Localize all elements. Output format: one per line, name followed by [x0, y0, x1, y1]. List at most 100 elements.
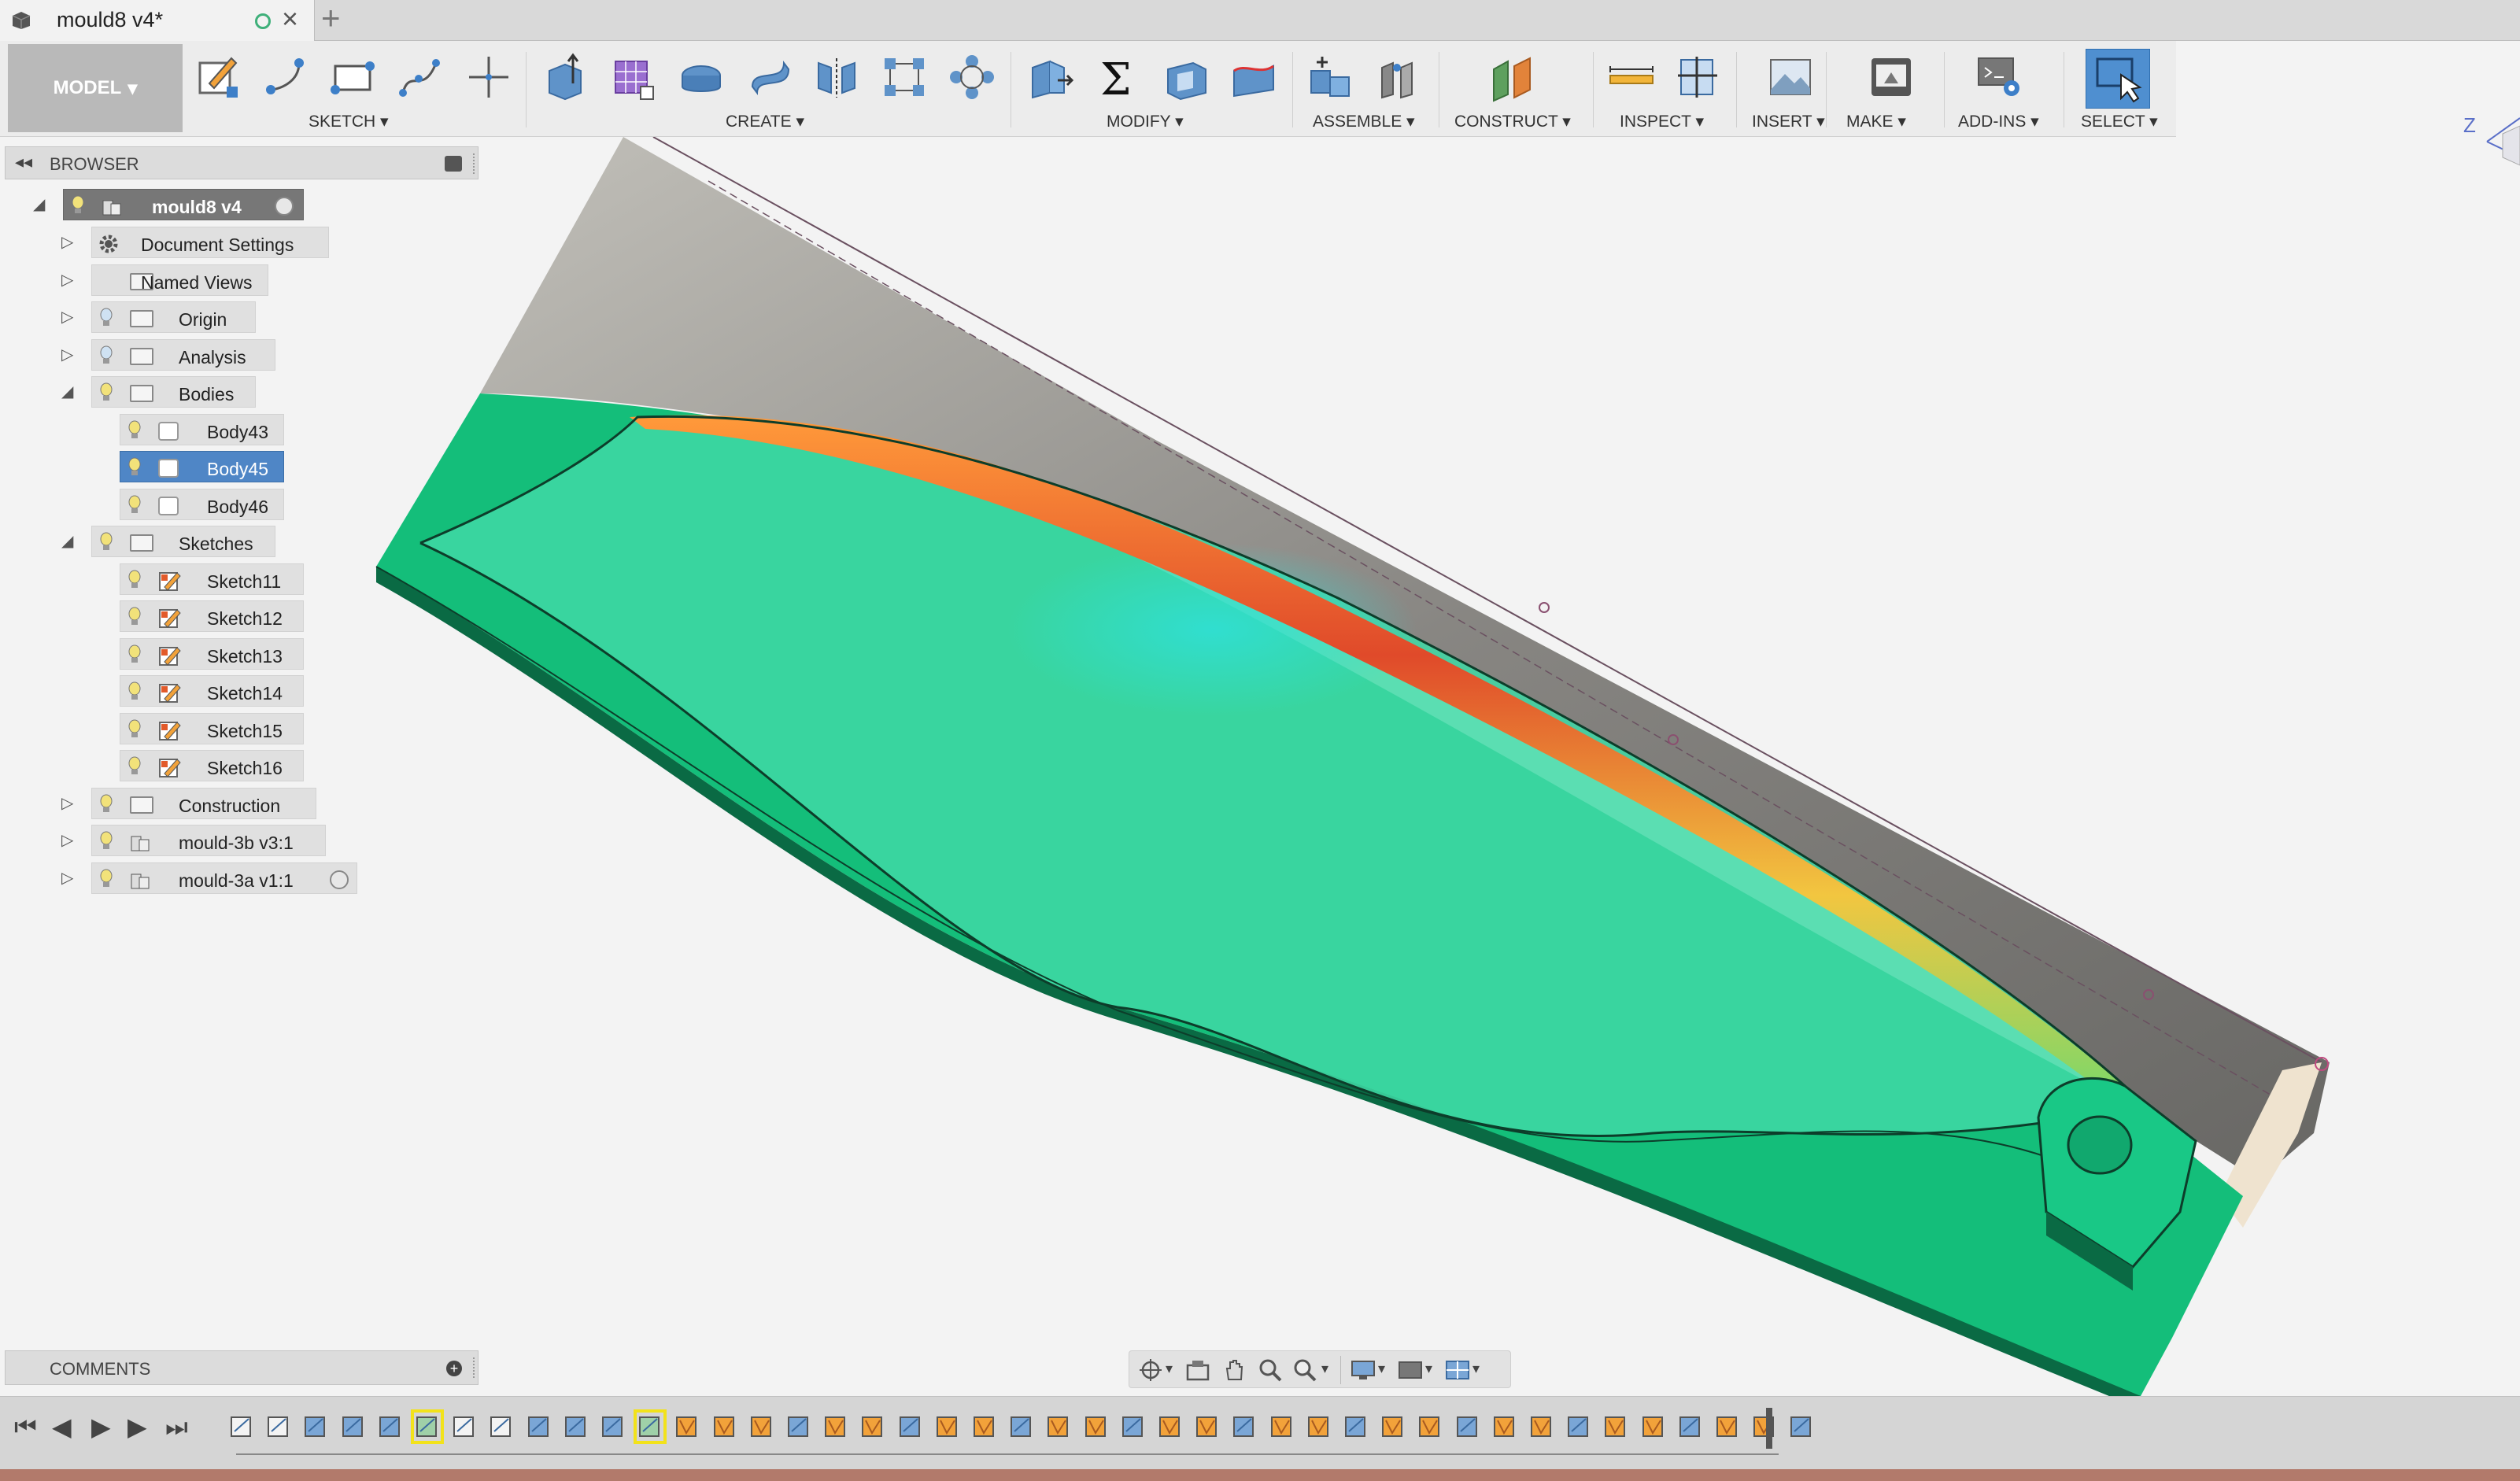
modify-menu-label[interactable]: MODIFY ▾: [1107, 112, 1184, 131]
timeline-feature-icon[interactable]: [488, 1413, 515, 1441]
browser-node-box[interactable]: Sketch13: [120, 638, 304, 670]
timeline-feature-icon[interactable]: [1008, 1413, 1035, 1441]
timeline-feature-icon[interactable]: [1380, 1413, 1406, 1441]
browser-node-box[interactable]: mould-3b v3:1: [91, 825, 326, 856]
display-settings-icon[interactable]: [1350, 1357, 1376, 1383]
timeline-play-button[interactable]: ▶: [91, 1414, 111, 1439]
point-icon[interactable]: [464, 52, 513, 102]
timeline-feature-icon[interactable]: [1788, 1413, 1815, 1441]
browser-node-named-views[interactable]: ▷ Named Views: [0, 264, 472, 296]
offset-plane-icon[interactable]: [1489, 52, 1538, 102]
browser-node-box[interactable]: Sketch15: [120, 713, 304, 744]
timeline-feature-icon[interactable]: [1194, 1413, 1221, 1441]
browser-node-box[interactable]: Bodies: [91, 376, 256, 408]
visibility-bulb-icon[interactable]: [100, 831, 113, 851]
expand-arrow-icon[interactable]: ▷: [61, 833, 73, 848]
activate-component-radio[interactable]: [275, 197, 294, 216]
browser-node-box[interactable]: Document Settings: [91, 227, 329, 258]
chevron-down-icon[interactable]: ▾: [1472, 1361, 1480, 1377]
collapse-arrow-icon[interactable]: ◢: [61, 534, 73, 549]
visibility-bulb-icon[interactable]: [72, 195, 84, 216]
browser-node-analysis[interactable]: ▷ Analysis: [0, 339, 472, 371]
browser-node-box[interactable]: Body46: [120, 489, 284, 520]
timeline-feature-icon[interactable]: [377, 1413, 404, 1441]
browser-node-body46[interactable]: Body46: [0, 489, 472, 520]
3d-print-icon[interactable]: [1867, 52, 1916, 102]
comments-panel-header[interactable]: COMMENTS +: [5, 1350, 479, 1385]
timeline-feature-icon[interactable]: [711, 1413, 738, 1441]
browser-node-box[interactable]: Origin: [91, 301, 256, 333]
expand-arrow-icon[interactable]: ▷: [61, 235, 73, 250]
browser-node-box[interactable]: Sketch14: [120, 675, 304, 707]
browser-node-mould-3a-v1-1[interactable]: ▷ mould-3a v1:1: [0, 862, 472, 894]
timeline-feature-icon[interactable]: [340, 1413, 367, 1441]
timeline-feature-icon[interactable]: [1751, 1413, 1778, 1441]
chevron-down-icon[interactable]: ▾: [1166, 1361, 1173, 1377]
timeline-feature-icon[interactable]: [302, 1413, 329, 1441]
visibility-bulb-icon[interactable]: [128, 495, 141, 515]
expand-arrow-icon[interactable]: ▷: [61, 309, 73, 325]
browser-node-mould-3b-v3-1[interactable]: ▷ mould-3b v3:1: [0, 825, 472, 856]
rectangle-icon[interactable]: [329, 52, 378, 102]
timeline-previous-button[interactable]: ◀: [52, 1414, 72, 1439]
replace-face-icon[interactable]: [1229, 52, 1278, 102]
browser-node-box[interactable]: Sketch12: [120, 600, 304, 632]
mirror-icon[interactable]: [812, 52, 861, 102]
browser-node-box[interactable]: Sketch11: [120, 563, 304, 595]
browser-node-document-settings[interactable]: ▷ Document Settings: [0, 227, 472, 258]
visibility-bulb-icon[interactable]: [128, 607, 141, 627]
timeline-feature-icon[interactable]: [1269, 1413, 1295, 1441]
grid-snaps-icon[interactable]: [1397, 1357, 1424, 1383]
close-tab-icon[interactable]: ×: [282, 5, 298, 33]
fit-zoom-icon[interactable]: [1291, 1357, 1318, 1383]
visibility-bulb-icon[interactable]: [128, 570, 141, 590]
timeline-feature-icon[interactable]: [934, 1413, 961, 1441]
timeline-feature-icon[interactable]: [859, 1413, 886, 1441]
expand-arrow-icon[interactable]: ▷: [61, 796, 73, 811]
joint-icon[interactable]: [1374, 52, 1423, 102]
timeline-feature-icon[interactable]: [1045, 1413, 1072, 1441]
create-sketch-icon[interactable]: [194, 52, 242, 102]
timeline-rail[interactable]: [236, 1453, 1779, 1455]
look-at-icon[interactable]: [1184, 1357, 1211, 1383]
scripts-icon[interactable]: [1975, 52, 2024, 102]
browser-node-box[interactable]: Analysis: [91, 339, 275, 371]
timeline-feature-icon[interactable]: [822, 1413, 849, 1441]
browser-node-sketch12[interactable]: Sketch12: [0, 600, 472, 632]
chevron-down-icon[interactable]: ▾: [1425, 1361, 1432, 1377]
timeline-feature-icon[interactable]: [265, 1413, 292, 1441]
inspect-menu-label[interactable]: INSPECT ▾: [1620, 112, 1704, 131]
browser-node-box[interactable]: Body45: [120, 451, 284, 482]
orbit-icon[interactable]: [1137, 1357, 1164, 1383]
panel-resize-grip[interactable]: [473, 153, 476, 174]
timeline-feature-icon[interactable]: [411, 1409, 444, 1444]
view-cube[interactable]: Z: [2448, 102, 2520, 181]
timeline-feature-icon[interactable]: [1083, 1413, 1110, 1441]
collapse-panel-icon[interactable]: ◂◂: [15, 152, 32, 172]
timeline-feature-icon[interactable]: [1454, 1413, 1481, 1441]
visibility-bulb-icon[interactable]: [128, 420, 141, 441]
browser-node-construction[interactable]: ▷ Construction: [0, 788, 472, 819]
form-icon[interactable]: [609, 52, 658, 102]
expand-arrow-icon[interactable]: ▷: [61, 272, 73, 288]
spline-icon[interactable]: [397, 52, 445, 102]
visibility-bulb-icon[interactable]: [100, 382, 113, 403]
insert-image-icon[interactable]: [1766, 52, 1815, 102]
workspace-switcher-button[interactable]: MODEL ▾: [8, 44, 183, 132]
timeline-feature-icon[interactable]: [971, 1413, 998, 1441]
browser-panel-header[interactable]: ◂◂ BROWSER: [5, 146, 479, 179]
timeline-feature-icon[interactable]: [1343, 1413, 1369, 1441]
expand-arrow-icon[interactable]: ▷: [61, 870, 73, 886]
timeline-feature-icon[interactable]: [1565, 1413, 1592, 1441]
timeline-feature-icon[interactable]: [748, 1413, 775, 1441]
shell-icon[interactable]: [1162, 52, 1210, 102]
timeline-feature-icon[interactable]: [451, 1413, 478, 1441]
browser-node-box[interactable]: Named Views: [91, 264, 268, 296]
browser-node-body45[interactable]: Body45: [0, 451, 472, 482]
visibility-bulb-icon[interactable]: [128, 457, 141, 478]
activate-component-radio[interactable]: [330, 870, 349, 889]
pattern-icon[interactable]: [880, 52, 929, 102]
timeline-feature-icon[interactable]: [785, 1413, 812, 1441]
insert-menu-label[interactable]: INSERT ▾: [1752, 112, 1825, 131]
timeline-feature-icon[interactable]: [526, 1413, 552, 1441]
